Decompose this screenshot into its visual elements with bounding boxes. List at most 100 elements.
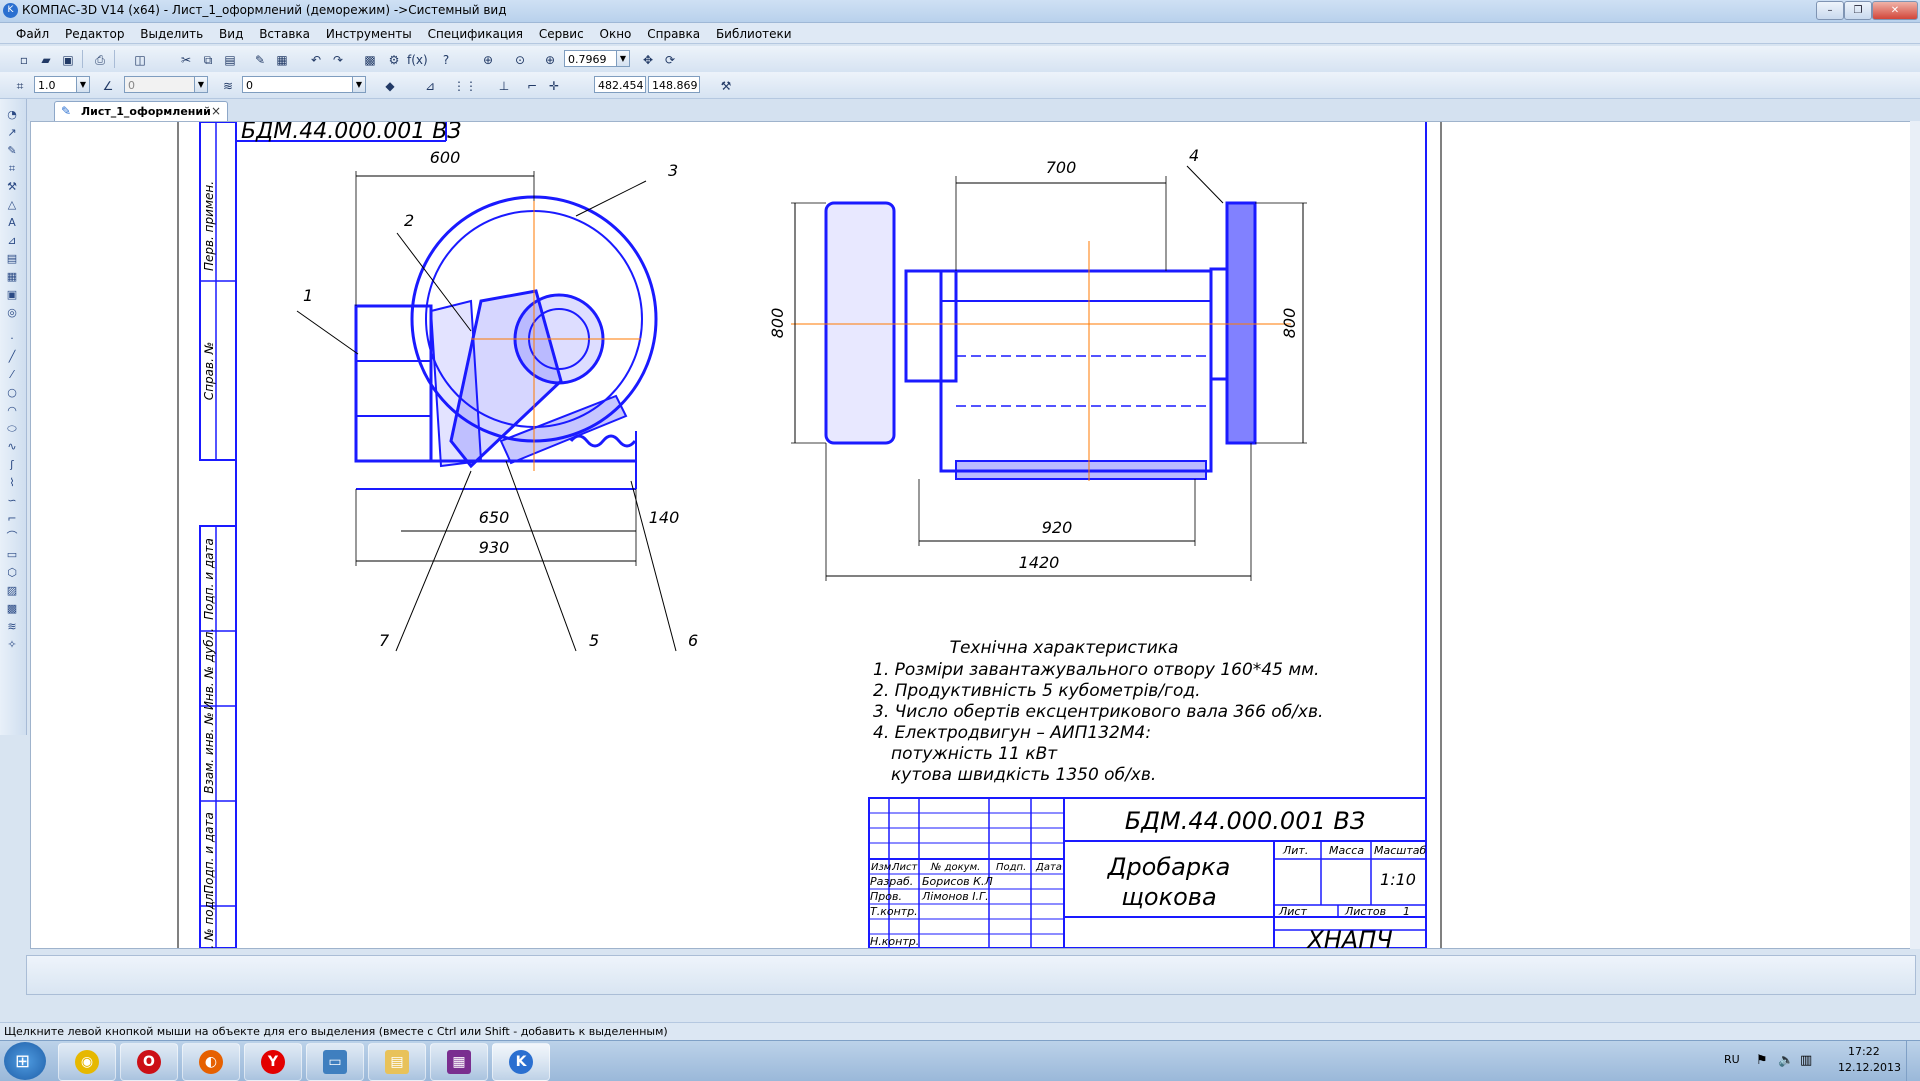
- properties-icon[interactable]: ▦: [272, 50, 292, 70]
- menu-insert[interactable]: Вставка: [253, 25, 316, 41]
- point-icon[interactable]: ·: [4, 331, 20, 347]
- maximize-icon[interactable]: ❐: [1844, 1, 1872, 20]
- minimize-icon[interactable]: –: [1816, 1, 1844, 20]
- clock-date[interactable]: 12.12.2013: [1838, 1061, 1901, 1074]
- close-icon[interactable]: ✕: [1872, 1, 1918, 20]
- network-icon[interactable]: ▥: [1800, 1053, 1812, 1068]
- collect-contour-icon[interactable]: ✧: [4, 637, 20, 653]
- snap-grid-icon[interactable]: ⌗: [10, 76, 30, 96]
- snap-icon[interactable]: ✛: [544, 76, 564, 96]
- grid-icon[interactable]: ⋮⋮: [452, 76, 477, 96]
- monitor-task[interactable]: ▭: [306, 1043, 364, 1081]
- preview-icon[interactable]: ◫: [130, 50, 150, 70]
- spline-icon[interactable]: ʃ: [4, 457, 20, 473]
- redo-icon[interactable]: ↷: [328, 50, 348, 70]
- copy-icon[interactable]: ⧉: [198, 50, 218, 70]
- folder-task[interactable]: ▤: [368, 1043, 426, 1081]
- menu-editor[interactable]: Редактор: [59, 25, 130, 41]
- close-tab-icon[interactable]: ×: [211, 104, 221, 118]
- clock-time[interactable]: 17:22: [1848, 1045, 1880, 1058]
- polygon-icon[interactable]: ⬡: [4, 565, 20, 581]
- auxiliary-line-icon[interactable]: ╱: [4, 349, 20, 365]
- opera-task[interactable]: O: [120, 1043, 178, 1081]
- fillet-icon[interactable]: ⌒: [4, 529, 20, 545]
- flag-icon[interactable]: ⚑: [1756, 1053, 1768, 1068]
- zoom-in-icon[interactable]: ⊕: [540, 50, 560, 70]
- dimension-icon[interactable]: ↗: [4, 125, 20, 141]
- segment-icon[interactable]: ⁄: [4, 367, 20, 383]
- manager-icon[interactable]: ▩: [360, 50, 380, 70]
- menu-tools[interactable]: Инструменты: [320, 25, 418, 41]
- menu-view[interactable]: Вид: [213, 25, 249, 41]
- report-icon[interactable]: ▦: [4, 269, 20, 285]
- fill-icon[interactable]: ▩: [4, 601, 20, 617]
- open-folder-icon[interactable]: ▰: [36, 50, 56, 70]
- volume-icon[interactable]: 🔈: [1778, 1053, 1794, 1068]
- help-pointer-icon[interactable]: ?: [436, 50, 456, 70]
- show-desktop-button[interactable]: [1906, 1041, 1919, 1081]
- angle-icon[interactable]: ∠: [98, 76, 118, 96]
- firefox-task[interactable]: ◐: [182, 1043, 240, 1081]
- pan-icon[interactable]: ✥: [638, 50, 658, 70]
- zoom-dropdown-icon[interactable]: ▼: [616, 50, 630, 67]
- kompas-logo-icon[interactable]: K: [3, 3, 18, 18]
- local-cs-icon[interactable]: ⊥: [494, 76, 514, 96]
- layer-input[interactable]: 0: [242, 76, 366, 93]
- zoom-input[interactable]: 0.7969: [564, 50, 618, 67]
- new-document-icon[interactable]: ▫: [14, 50, 34, 70]
- style-color-icon[interactable]: ◆: [380, 76, 400, 96]
- angle-dropdown-icon[interactable]: ▼: [194, 76, 208, 93]
- settings-icon[interactable]: ⚒: [716, 76, 736, 96]
- print-icon[interactable]: ⎙: [90, 50, 110, 70]
- arc-icon[interactable]: ◠: [4, 403, 20, 419]
- winrar-task[interactable]: ▦: [430, 1043, 488, 1081]
- undo-icon[interactable]: ↶: [306, 50, 326, 70]
- polyline-icon[interactable]: ∿: [4, 439, 20, 455]
- layer-dropdown-icon[interactable]: ▼: [352, 76, 366, 93]
- kompas-task[interactable]: K: [492, 1043, 550, 1081]
- chrome-task[interactable]: ◉: [58, 1043, 116, 1081]
- menu-service[interactable]: Сервис: [533, 25, 590, 41]
- vertical-scrollbar[interactable]: [1910, 121, 1920, 949]
- drawing-area[interactable]: Перв. примен. Справ. № Подп. и дата Инв.…: [30, 121, 1912, 949]
- menu-libraries[interactable]: Библиотеки: [710, 25, 798, 41]
- hatch-icon[interactable]: ▨: [4, 583, 20, 599]
- spec-icon[interactable]: ▤: [4, 251, 20, 267]
- layer-icon[interactable]: ≋: [218, 76, 238, 96]
- zoom-window-icon[interactable]: ⊕: [478, 50, 498, 70]
- menu-select[interactable]: Выделить: [134, 25, 209, 41]
- menu-specification[interactable]: Спецификация: [422, 25, 529, 41]
- geometry-icon[interactable]: ◔: [4, 107, 20, 123]
- measure-icon[interactable]: △: [4, 197, 20, 213]
- rectangle-icon[interactable]: ▭: [4, 547, 20, 563]
- ellipse-icon[interactable]: ⬭: [4, 421, 20, 437]
- paste-icon[interactable]: ▤: [220, 50, 240, 70]
- menu-help[interactable]: Справка: [641, 25, 706, 41]
- variables-icon[interactable]: ⚙: [384, 50, 404, 70]
- format-brush-icon[interactable]: ✎: [250, 50, 270, 70]
- language-indicator[interactable]: RU: [1724, 1053, 1740, 1066]
- associative-icon[interactable]: ⊿: [4, 233, 20, 249]
- menu-window[interactable]: Окно: [594, 25, 638, 41]
- ortho-mode-icon[interactable]: ⌐: [522, 76, 542, 96]
- designation-icon[interactable]: ✎: [4, 143, 20, 159]
- function-icon[interactable]: f(x): [406, 50, 428, 70]
- refresh-icon[interactable]: ⟳: [660, 50, 680, 70]
- yandex-task[interactable]: Y: [244, 1043, 302, 1081]
- tab-document[interactable]: ✎ Лист_1_оформлений ×: [54, 101, 228, 122]
- parametrization-icon[interactable]: ⚒: [4, 179, 20, 195]
- orthogonal-icon[interactable]: ⊿: [420, 76, 440, 96]
- step-dropdown-icon[interactable]: ▼: [76, 76, 90, 93]
- circle-icon[interactable]: ○: [4, 385, 20, 401]
- zoom-fit-icon[interactable]: ⊙: [510, 50, 530, 70]
- chamfer-icon[interactable]: ⌐: [4, 511, 20, 527]
- save-icon[interactable]: ▣: [58, 50, 78, 70]
- bezier-icon[interactable]: ∽: [4, 493, 20, 509]
- insert-icon[interactable]: ▣: [4, 287, 20, 303]
- cut-icon[interactable]: ✂: [176, 50, 196, 70]
- fragment-icon[interactable]: ◎: [4, 305, 20, 321]
- edit-icon[interactable]: ⌗: [4, 161, 20, 177]
- start-orb-icon[interactable]: ⊞: [4, 1042, 46, 1080]
- contour-icon[interactable]: ⌇: [4, 475, 20, 491]
- equidistant-icon[interactable]: ≋: [4, 619, 20, 635]
